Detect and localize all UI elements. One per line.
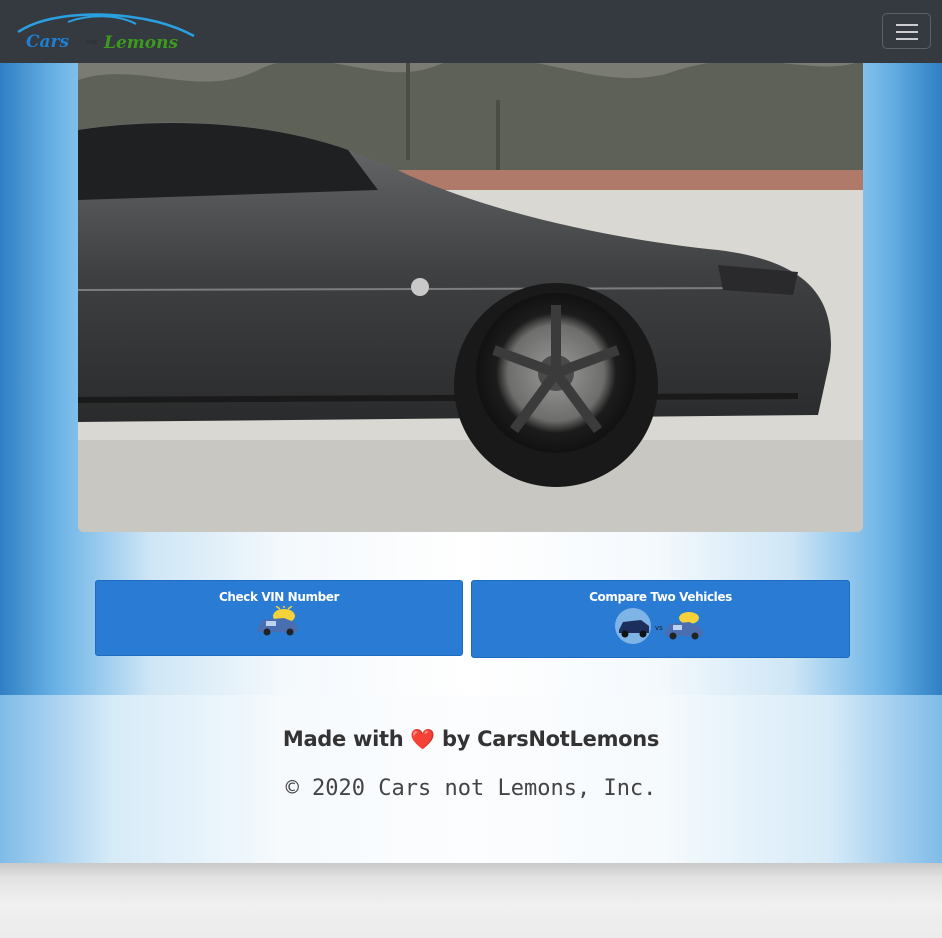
compare-vehicles-button[interactable]: Compare Two Vehicles vs: [471, 580, 850, 658]
compare-vehicles-label: Compare Two Vehicles: [589, 590, 732, 604]
made-by-text: by CarsNotLemons: [442, 727, 660, 751]
copyright-text: © 2020 Cars not Lemons, Inc.: [285, 776, 657, 801]
made-with-line: Made with ❤️ by CarsNotLemons: [0, 727, 942, 751]
logo-word-cars: Cars: [26, 32, 70, 52]
hamburger-icon: [896, 24, 918, 26]
mustang-photo: [78, 40, 863, 532]
cars-not-lemons-logo: Cars not Lemons: [17, 13, 195, 53]
hamburger-icon-bottom: [896, 38, 918, 40]
hamburger-icon-middle: [896, 31, 918, 33]
page-bottom-shadow: [0, 863, 942, 938]
two-cars-compare-icon: vs: [614, 608, 703, 644]
svg-text:vs: vs: [655, 624, 663, 632]
navbar-toggler-button[interactable]: [882, 13, 931, 49]
navbar: Cars not Lemons: [0, 0, 942, 63]
hero-car-image: [78, 40, 863, 532]
logo-word-not: not: [86, 38, 98, 46]
check-vin-button[interactable]: Check VIN Number: [95, 580, 463, 656]
check-vin-label: Check VIN Number: [218, 590, 340, 604]
heart-icon: ❤️: [410, 727, 436, 751]
brand-logo[interactable]: Cars not Lemons: [8, 10, 198, 54]
logo-word-lemons: Lemons: [103, 33, 178, 53]
car-with-lemon-icon: [258, 606, 298, 636]
made-with-text: Made with: [282, 727, 404, 751]
